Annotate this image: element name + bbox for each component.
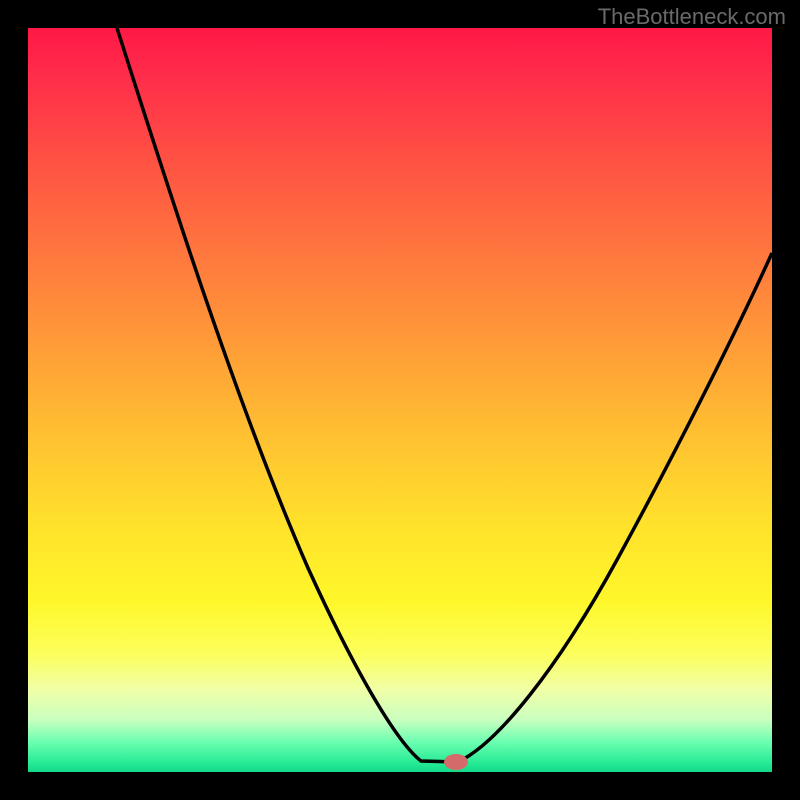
chart-container: TheBottleneck.com xyxy=(0,0,800,800)
trough-marker xyxy=(444,754,468,770)
curve-left-branch xyxy=(117,28,458,762)
curve-right-branch xyxy=(458,253,772,762)
plot-area xyxy=(28,28,772,772)
chart-curve xyxy=(28,28,772,772)
watermark: TheBottleneck.com xyxy=(598,4,786,30)
